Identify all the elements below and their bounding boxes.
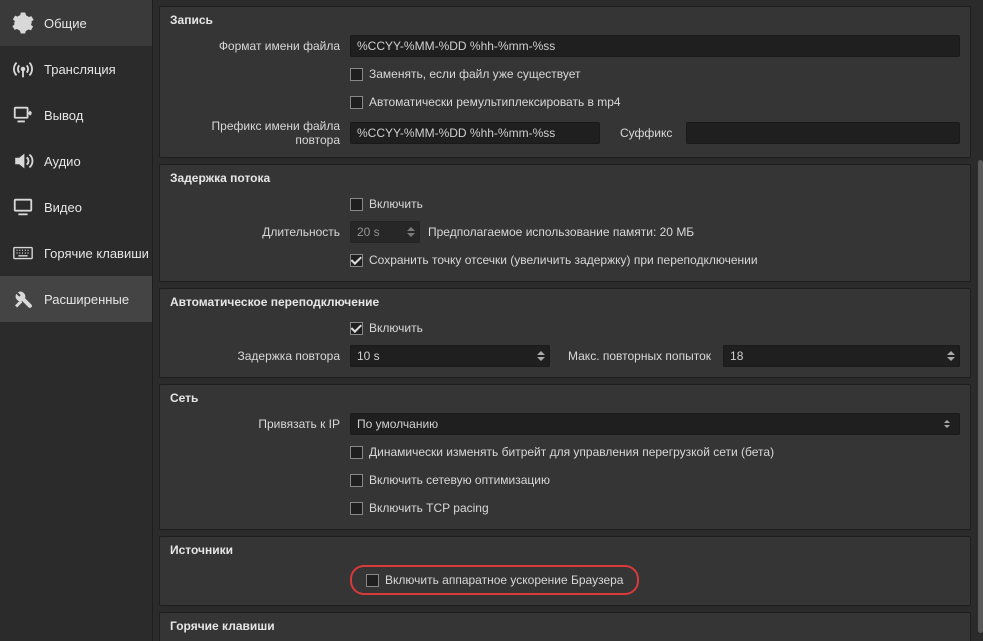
checkbox-label: Включить сетевую оптимизацию	[369, 473, 550, 487]
highlight-ring: Включить аппаратное ускорение Браузера	[350, 565, 639, 595]
retry-delay-spinner[interactable]	[350, 345, 550, 367]
checkbox-label: Включить аппаратное ускорение Браузера	[385, 573, 623, 587]
tcp-pacing-checkbox[interactable]: Включить TCP pacing	[350, 501, 489, 515]
checkbox-box	[350, 502, 363, 515]
keyboard-icon	[12, 242, 34, 264]
checkbox-label: Включить	[369, 321, 423, 335]
max-retries-label: Макс. повторных попыток	[558, 349, 715, 363]
spinner-value[interactable]	[730, 349, 953, 363]
net-opt-checkbox[interactable]: Включить сетевую оптимизацию	[350, 473, 550, 487]
sidebar: Общие Трансляция Вывод Аудио Видео Горяч…	[0, 0, 153, 641]
sidebar-item-output[interactable]: Вывод	[0, 92, 152, 138]
suffix-input[interactable]	[686, 122, 960, 144]
bind-ip-select[interactable]: По умолчанию	[350, 413, 960, 435]
checkbox-label: Динамически изменять битрейт для управле…	[369, 445, 774, 459]
sidebar-item-label: Вывод	[44, 108, 83, 123]
sidebar-item-hotkeys[interactable]: Горячие клавиши	[0, 230, 152, 276]
gear-icon	[12, 12, 34, 34]
section-stream-delay: Задержка потока Включить Длительность Пр…	[159, 164, 971, 282]
section-sources: Источники Включить аппаратное ускорение …	[159, 536, 971, 606]
delay-preserve-checkbox[interactable]: Сохранить точку отсечки (увеличить задер…	[350, 253, 758, 267]
suffix-label: Суффикс	[608, 126, 678, 140]
monitor-icon	[12, 196, 34, 218]
dyn-bitrate-checkbox[interactable]: Динамически изменять битрейт для управле…	[350, 445, 774, 459]
spinner-handles[interactable]	[945, 346, 957, 366]
tools-icon	[12, 288, 34, 310]
sidebar-item-label: Видео	[44, 200, 82, 215]
sidebar-item-label: Общие	[44, 16, 87, 31]
scrollbar-thumb[interactable]	[978, 160, 983, 633]
checkbox-box	[350, 474, 363, 487]
checkbox-box	[350, 322, 363, 335]
sidebar-item-label: Расширенные	[44, 292, 129, 307]
auto-remux-checkbox[interactable]: Автоматически ремультиплексировать в mp4	[350, 95, 621, 109]
spinner-value[interactable]	[357, 349, 543, 363]
settings-panel: Запись Формат имени файла Заменять, если…	[153, 0, 983, 641]
select-value: По умолчанию	[357, 417, 941, 431]
delay-enable-checkbox[interactable]: Включить	[350, 197, 423, 211]
browser-hw-accel-checkbox[interactable]: Включить аппаратное ускорение Браузера	[366, 573, 623, 587]
sidebar-item-label: Аудио	[44, 154, 81, 169]
replay-prefix-label: Префикс имени файла повтора	[170, 119, 350, 147]
section-title: Запись	[170, 13, 960, 27]
scrollbar[interactable]	[977, 0, 983, 641]
spinner-handles[interactable]	[535, 346, 547, 366]
checkbox-label: Включить	[369, 197, 423, 211]
checkbox-box	[366, 574, 379, 587]
filename-format-label: Формат имени файла	[170, 39, 350, 53]
sidebar-item-label: Трансляция	[44, 62, 116, 77]
delay-duration-label: Длительность	[170, 225, 350, 239]
sidebar-item-video[interactable]: Видео	[0, 184, 152, 230]
antenna-icon	[12, 58, 34, 80]
checkbox-label: Заменять, если файл уже существует	[369, 67, 581, 81]
checkbox-box	[350, 96, 363, 109]
retry-delay-label: Задержка повтора	[170, 349, 350, 363]
section-network: Сеть Привязать к IP По умолчанию Динамич…	[159, 384, 971, 530]
speaker-icon	[12, 150, 34, 172]
overwrite-checkbox[interactable]: Заменять, если файл уже существует	[350, 67, 581, 81]
section-title: Автоматическое переподключение	[170, 295, 960, 309]
section-title: Сеть	[170, 391, 960, 405]
bind-ip-label: Привязать к IP	[170, 417, 350, 431]
section-hotkeys: Горячие клавиши Поведение фокуса горячих…	[159, 612, 971, 641]
reconnect-enable-checkbox[interactable]: Включить	[350, 321, 423, 335]
section-title: Источники	[170, 543, 960, 557]
sidebar-item-advanced[interactable]: Расширенные	[0, 276, 152, 322]
filename-format-input[interactable]	[350, 35, 960, 57]
sidebar-item-audio[interactable]: Аудио	[0, 138, 152, 184]
delay-memory-text: Предполагаемое использование памяти: 20 …	[428, 225, 694, 239]
section-title: Задержка потока	[170, 171, 960, 185]
checkbox-label: Сохранить точку отсечки (увеличить задер…	[369, 253, 758, 267]
replay-prefix-input[interactable]	[350, 122, 600, 144]
checkbox-box	[350, 254, 363, 267]
spinner-handles[interactable]	[405, 222, 417, 242]
section-recording: Запись Формат имени файла Заменять, если…	[159, 6, 971, 158]
checkbox-box	[350, 446, 363, 459]
max-retries-spinner[interactable]	[723, 345, 960, 367]
select-arrows-icon	[941, 420, 953, 428]
checkbox-box	[350, 198, 363, 211]
section-title: Горячие клавиши	[170, 619, 960, 633]
output-icon	[12, 104, 34, 126]
checkbox-label: Включить TCP pacing	[369, 501, 489, 515]
checkbox-label: Автоматически ремультиплексировать в mp4	[369, 95, 621, 109]
section-auto-reconnect: Автоматическое переподключение Включить …	[159, 288, 971, 378]
checkbox-box	[350, 68, 363, 81]
sidebar-item-label: Горячие клавиши	[44, 246, 149, 261]
sidebar-item-general[interactable]: Общие	[0, 0, 152, 46]
delay-duration-spinner[interactable]	[350, 221, 420, 243]
sidebar-item-stream[interactable]: Трансляция	[0, 46, 152, 92]
